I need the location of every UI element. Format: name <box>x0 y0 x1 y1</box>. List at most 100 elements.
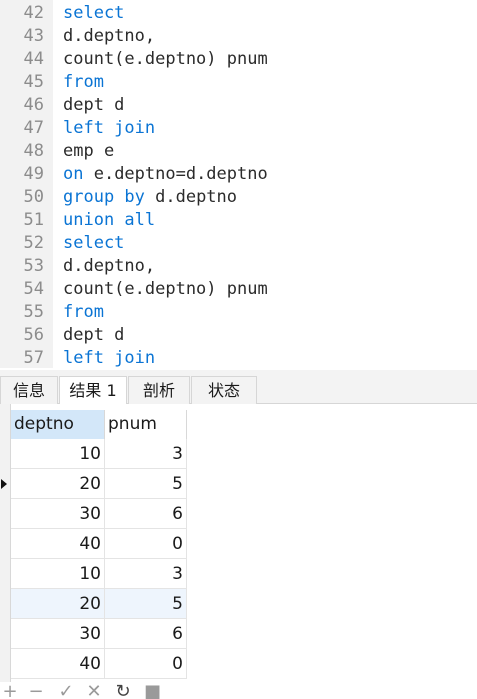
line-number: 48 <box>23 141 44 161</box>
code-keyword: left join <box>63 118 156 138</box>
code-line: 57 left join <box>0 347 477 368</box>
code-line: 50 group by d.deptno <box>0 186 477 209</box>
code-keyword: select <box>63 233 125 253</box>
code-identifier: count(e.deptno) pnum <box>63 49 268 69</box>
tab-info[interactable]: 信息 <box>0 376 58 405</box>
line-number: 57 <box>23 348 44 368</box>
plus-icon[interactable]: + <box>2 683 18 699</box>
code-line: 56 dept d <box>0 324 477 347</box>
code-line: 46 dept d <box>0 94 477 117</box>
sql-editor[interactable]: 42 select 43 d.deptno, 44 count(e.deptno) pnu… <box>0 0 477 368</box>
line-number: 42 <box>23 3 44 23</box>
code-text: from <box>63 301 104 324</box>
table-row[interactable]: 20 5 <box>11 589 187 619</box>
cross-icon[interactable]: ✕ <box>86 683 102 699</box>
cell-deptno[interactable]: 20 <box>11 589 105 619</box>
table-row[interactable]: 20 5 <box>11 469 187 499</box>
code-text: count(e.deptno) pnum <box>63 48 268 71</box>
result-tab-bar: 信息 结果 1 剖析 状态 <box>0 368 477 406</box>
table-row[interactable]: 40 0 <box>11 649 187 679</box>
cell-pnum[interactable]: 5 <box>105 589 187 619</box>
line-number: 49 <box>23 164 44 184</box>
cell-deptno[interactable]: 40 <box>11 649 105 679</box>
cell-pnum[interactable]: 5 <box>105 469 187 499</box>
line-number: 55 <box>23 302 44 322</box>
cell-pnum[interactable]: 0 <box>105 529 187 559</box>
code-line: 53 d.deptno, <box>0 255 477 278</box>
cell-deptno[interactable]: 30 <box>11 619 105 649</box>
cell-pnum[interactable]: 3 <box>105 559 187 589</box>
line-number: 56 <box>23 325 44 345</box>
code-line: 45 from <box>0 71 477 94</box>
code-identifier: emp e <box>63 141 115 161</box>
code-identifier: d.deptno, <box>63 256 156 276</box>
cell-deptno[interactable]: 30 <box>11 499 105 529</box>
code-line: 44 count(e.deptno) pnum <box>0 48 477 71</box>
table-row[interactable]: 10 3 <box>11 439 187 469</box>
result-grid[interactable]: deptno pnum 10 3 20 5 30 6 40 0 10 3 20 5 30 6 40 0 <box>0 404 477 682</box>
code-line: 55 from <box>0 301 477 324</box>
table-row[interactable]: 30 6 <box>11 619 187 649</box>
line-number: 45 <box>23 72 44 92</box>
cell-deptno[interactable]: 20 <box>11 469 105 499</box>
code-keyword: group by <box>63 187 145 207</box>
line-number: 54 <box>23 279 44 299</box>
cell-deptno[interactable]: 10 <box>11 439 105 469</box>
code-text: group by d.deptno <box>63 186 237 209</box>
check-icon[interactable]: ✓ <box>58 683 74 699</box>
code-line: 54 count(e.deptno) pnum <box>0 278 477 301</box>
code-text: union all <box>63 209 155 232</box>
code-text: count(e.deptno) pnum <box>63 278 268 301</box>
line-number: 50 <box>23 187 44 207</box>
code-line: 49 on e.deptno=d.deptno <box>0 163 477 186</box>
code-text: select <box>63 2 124 25</box>
cell-deptno[interactable]: 10 <box>11 559 105 589</box>
tab-result-1[interactable]: 结果 1 <box>59 376 127 406</box>
line-number: 47 <box>23 118 44 138</box>
code-identifier: d.deptno, <box>63 26 156 46</box>
code-text: on e.deptno=d.deptno <box>63 163 268 186</box>
current-row-marker-icon <box>1 479 7 489</box>
tab-profile[interactable]: 剖析 <box>128 376 190 405</box>
code-keyword: select <box>63 3 125 23</box>
code-line: 52 select <box>0 232 477 255</box>
code-keyword: left join <box>63 348 156 368</box>
cell-deptno[interactable]: 40 <box>11 529 105 559</box>
stop-icon[interactable]: ■ <box>144 683 161 699</box>
code-text: dept d <box>63 94 124 117</box>
row-header-column <box>0 404 11 682</box>
column-header-deptno[interactable]: deptno <box>11 410 105 439</box>
code-text: left join <box>63 117 155 140</box>
code-identifier: e.deptno=d.deptno <box>83 164 268 184</box>
column-header-pnum[interactable]: pnum <box>105 410 187 439</box>
line-number: 51 <box>23 210 44 230</box>
line-number: 43 <box>23 26 44 46</box>
code-line: 48 emp e <box>0 140 477 163</box>
cell-pnum[interactable]: 3 <box>105 439 187 469</box>
code-keyword: union all <box>63 210 156 230</box>
code-text: left join <box>63 347 155 368</box>
line-number: 52 <box>23 233 44 253</box>
line-number: 46 <box>23 95 44 115</box>
table-row[interactable]: 10 3 <box>11 559 187 589</box>
refresh-icon[interactable]: ↻ <box>115 683 131 699</box>
line-number: 53 <box>23 256 44 276</box>
cell-pnum[interactable]: 6 <box>105 619 187 649</box>
code-line: 47 left join <box>0 117 477 140</box>
code-line: 42 select <box>0 2 477 25</box>
code-identifier: count(e.deptno) pnum <box>63 279 268 299</box>
code-text: d.deptno, <box>63 255 155 278</box>
cell-pnum[interactable]: 0 <box>105 649 187 679</box>
code-text: select <box>63 232 124 255</box>
code-keyword: from <box>63 72 104 92</box>
code-identifier: d.deptno <box>144 187 238 207</box>
grid-toolbar: + − ✓ ✕ ↻ ■ <box>0 682 477 699</box>
table-row[interactable]: 40 0 <box>11 529 187 559</box>
table-row[interactable]: 30 6 <box>11 499 187 529</box>
code-identifier: dept d <box>63 325 125 345</box>
minus-icon[interactable]: − <box>28 683 44 699</box>
code-text: emp e <box>63 140 114 163</box>
tab-status[interactable]: 状态 <box>191 376 257 405</box>
line-number: 44 <box>23 49 44 69</box>
cell-pnum[interactable]: 6 <box>105 499 187 529</box>
